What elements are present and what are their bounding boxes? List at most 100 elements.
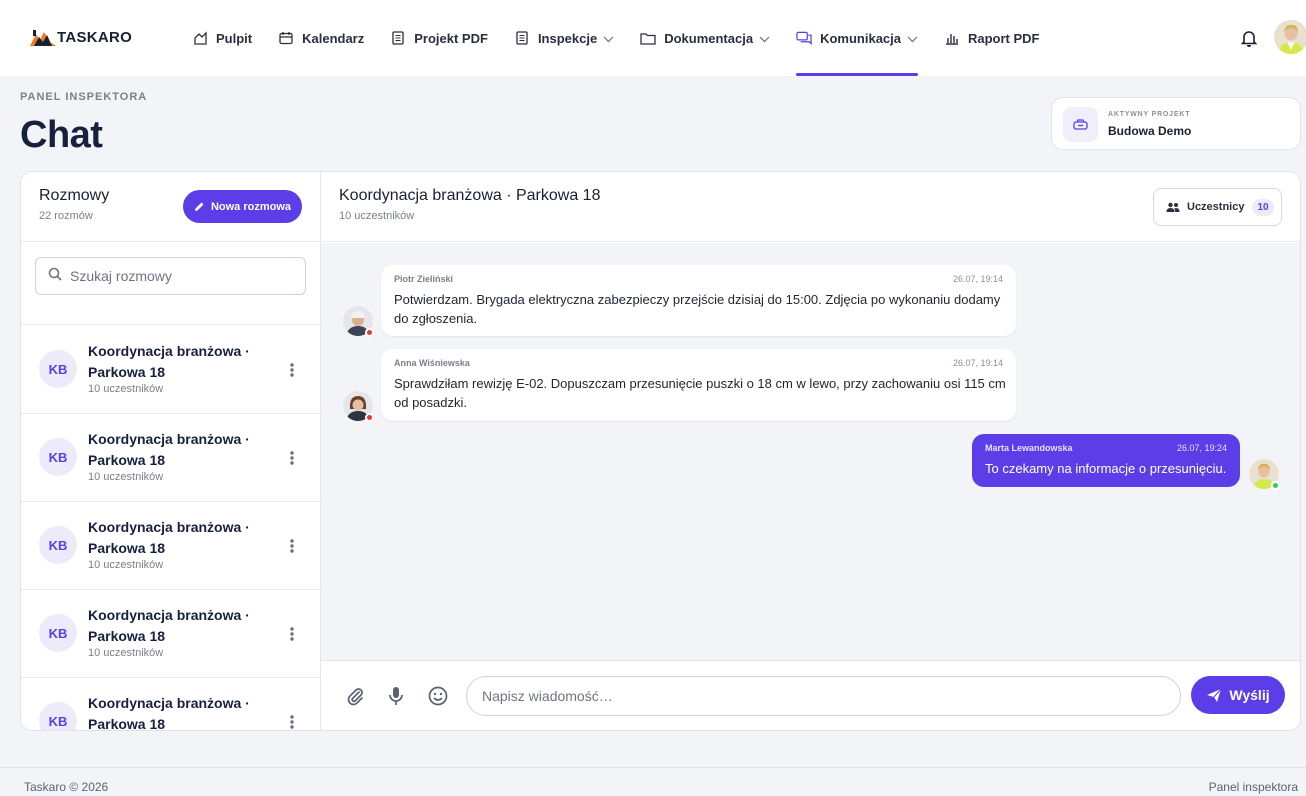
message-time: 26.07, 19:24	[1176, 443, 1227, 453]
nav-item-pulpit[interactable]: Pulpit	[192, 0, 252, 76]
emoji-icon[interactable]	[427, 685, 449, 707]
more-options-icon[interactable]	[289, 450, 295, 466]
conversation-avatar: KB	[39, 702, 77, 730]
chevron-down-icon	[759, 31, 770, 46]
message-avatar	[343, 391, 374, 422]
message-text: Sprawdziłam rewizję E-02. Dopuszczam prz…	[394, 374, 1006, 412]
folder-icon	[640, 30, 656, 46]
conversation-item[interactable]: KB Koordynacja branżowa · Parkowa 18 10 …	[21, 326, 321, 414]
thread-title: Koordynacja branżowa · Parkowa 18	[339, 187, 601, 204]
document-icon	[390, 30, 406, 46]
project-icon	[1063, 107, 1098, 142]
more-options-icon[interactable]	[289, 626, 295, 642]
search-input[interactable]	[70, 268, 290, 284]
message-line: od posadzki.	[394, 395, 467, 410]
chat-thread: Koordynacja branżowa · Parkowa 18 10 ucz…	[321, 172, 1300, 730]
conversation-title: Koordynacja branżowa · Parkowa 18	[88, 519, 250, 556]
nav-item-kalendarz[interactable]: Kalendarz	[278, 0, 364, 76]
message-time: 26.07, 19:14	[952, 358, 1003, 368]
new-conversation-label: Nowa rozmowa	[210, 200, 292, 213]
calendar-icon	[278, 30, 294, 46]
new-conversation-button[interactable]: Nowa rozmowa	[183, 190, 302, 223]
chevron-down-icon	[907, 31, 918, 46]
message-author: Marta Lewandowska	[985, 443, 1073, 453]
conversation-title: Koordynacja branżowa · Parkowa 18	[88, 695, 250, 731]
conversation-item[interactable]: KB Koordynacja branżowa · Parkowa 18	[21, 678, 321, 731]
bar-chart-icon	[944, 30, 960, 46]
more-options-icon[interactable]	[289, 714, 295, 730]
chat-panel: Rozmowy 22 rozmów Nowa rozmowa KB Koordy…	[20, 171, 1301, 731]
nav-item-dokumentacja[interactable]: Dokumentacja	[640, 0, 770, 76]
more-options-icon[interactable]	[289, 362, 295, 378]
conversation-search-area	[21, 243, 321, 325]
message-bubble: Piotr Zieliński 26.07, 19:14 Potwierdzam…	[381, 265, 1016, 336]
conversation-subtitle: 10 uczestników	[88, 647, 164, 659]
message-text: To czekamy na informacje o przesunięciu.	[985, 459, 1226, 478]
nav-label: Pulpit	[216, 30, 253, 46]
send-label: Wyślij	[1229, 687, 1270, 703]
dashboard-icon	[192, 30, 208, 46]
page-footer: Taskaro © 2026 Panel inspektora	[0, 767, 1306, 796]
conversation-title: Koordynacja branżowa · Parkowa 18	[88, 343, 250, 380]
project-eyebrow: AKTYWNY PROJEKT	[1108, 111, 1191, 118]
conversation-avatar: KB	[39, 350, 77, 388]
nav-label: Dokumentacja	[664, 30, 754, 46]
page-eyebrow: PANEL INSPEKTORA	[20, 91, 148, 103]
message-author: Piotr Zieliński	[394, 274, 454, 284]
nav-label: Raport PDF	[968, 30, 1040, 46]
send-icon	[1206, 688, 1222, 703]
microphone-icon[interactable]	[385, 685, 407, 707]
nav-item-komunikacja[interactable]: Komunikacja	[796, 0, 918, 76]
paperclip-icon[interactable]	[344, 685, 366, 707]
message-line: Potwierdzam. Brygada elektryczna zabezpi…	[394, 292, 1001, 307]
conversation-avatar: KB	[39, 438, 77, 476]
conversation-item[interactable]: KB Koordynacja branżowa · Parkowa 18 10 …	[21, 414, 321, 502]
nav-label: Projekt PDF	[414, 30, 488, 46]
thread-subtitle: 10 uczestników	[339, 210, 415, 222]
active-project-card[interactable]: AKTYWNY PROJEKT Budowa Demo	[1051, 97, 1301, 150]
user-avatar[interactable]	[1274, 20, 1306, 54]
conversation-subtitle: 10 uczestników	[88, 559, 164, 571]
users-icon	[1166, 202, 1180, 212]
nav-item-inspekcje[interactable]: Inspekcje	[514, 0, 614, 76]
conversation-avatar: KB	[39, 614, 77, 652]
conversation-item[interactable]: KB Koordynacja branżowa · Parkowa 18 10 …	[21, 590, 321, 678]
message-list: Piotr Zieliński 26.07, 19:14 Potwierdzam…	[321, 243, 1300, 660]
participants-label: Uczestnicy	[1187, 201, 1245, 213]
nav-item-raport-pdf[interactable]: Raport PDF	[944, 0, 1040, 76]
pencil-icon	[194, 201, 205, 212]
nav-label: Inspekcje	[537, 30, 598, 46]
message-bubble: Anna Wiśniewska 26.07, 19:14 Sprawdziłam…	[381, 349, 1016, 421]
chat-icon	[796, 30, 812, 46]
nav-item-projekt-pdf[interactable]: Projekt PDF	[390, 0, 488, 76]
footer-copyright: Taskaro © 2026	[24, 780, 109, 794]
participants-button[interactable]: Uczestnicy 10	[1153, 188, 1282, 226]
message-author: Anna Wiśniewska	[394, 358, 470, 368]
conversation-avatar: KB	[39, 526, 77, 564]
more-options-icon[interactable]	[289, 538, 295, 554]
message-line: do zgłoszenia.	[394, 311, 478, 326]
nav-label: Komunikacja	[820, 30, 901, 46]
conversation-header: Rozmowy 22 rozmów Nowa rozmowa	[21, 172, 321, 242]
status-dot	[365, 413, 374, 422]
taskaro-logo[interactable]: TASKARO	[30, 27, 132, 47]
conversations-title: Rozmowy	[39, 187, 110, 204]
project-name: Budowa Demo	[1108, 124, 1192, 138]
message-input[interactable]	[466, 676, 1181, 716]
notification-bell-icon[interactable]	[1240, 29, 1258, 47]
conversation-item[interactable]: KB Koordynacja branżowa · Parkowa 18 10 …	[21, 502, 321, 590]
message-avatar	[1249, 459, 1280, 490]
logo-text: TASKARO	[57, 28, 133, 46]
send-button[interactable]: Wyślij	[1191, 676, 1285, 714]
footer-panel-label: Panel inspektora	[1208, 780, 1298, 794]
participants-count-badge: 10	[1252, 198, 1274, 216]
message-time: 26.07, 19:14	[952, 274, 1003, 284]
chevron-down-icon	[603, 31, 614, 46]
conversation-list: KB Koordynacja branżowa · Parkowa 18 10 …	[21, 326, 321, 731]
message-composer: Wyślij	[321, 660, 1300, 730]
conversation-sidebar: Rozmowy 22 rozmów Nowa rozmowa KB Koordy…	[21, 172, 321, 731]
message-text: Potwierdzam. Brygada elektryczna zabezpi…	[394, 290, 1000, 328]
logo-mark-icon	[30, 30, 56, 46]
search-box[interactable]	[35, 257, 306, 295]
status-dot	[365, 328, 374, 337]
